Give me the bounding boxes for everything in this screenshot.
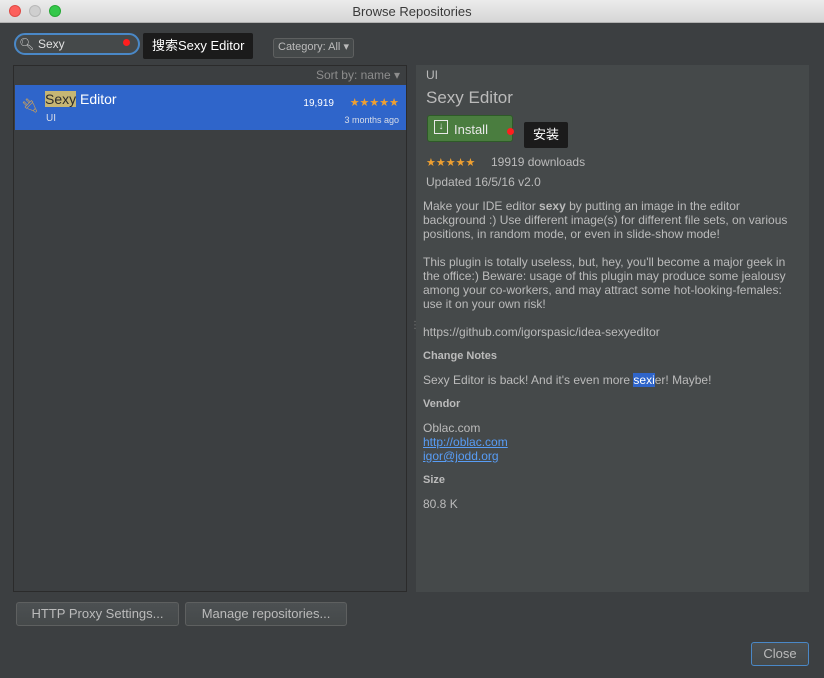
change-text: Sexy Editor is back! And it's even more <box>423 373 634 387</box>
details-updated: Updated 16/5/16 v2.0 <box>426 175 541 189</box>
http-proxy-settings-button[interactable]: HTTP Proxy Settings... <box>16 602 179 626</box>
details-description: Make your IDE editor sexy by putting an … <box>423 199 803 511</box>
plugin-list-item[interactable]: 🔌︎ Sexy Editor UI 19,919 ★★★★★ 3 months … <box>15 85 406 130</box>
vendor-name: Oblac.com <box>423 421 481 435</box>
plugin-name: Sexy Editor <box>45 91 117 107</box>
window-title: Browse Repositories <box>352 4 472 19</box>
change-notes-heading: Change Notes <box>423 350 497 362</box>
description-paragraph-1: Make your IDE editor sexy by putting an … <box>423 199 803 241</box>
details-category: UI <box>426 68 438 82</box>
category-dropdown[interactable]: Category: All ▾ <box>273 38 354 58</box>
plugin-name-highlight: Sexy <box>45 91 77 107</box>
change-selected: sexi <box>633 373 655 387</box>
category-label: Category: All <box>278 41 341 53</box>
vendor-heading: Vendor <box>423 398 461 410</box>
plugin-rating-stars: ★★★★★ <box>349 97 399 109</box>
sort-by-dropdown[interactable]: Sort by: name ▾ <box>316 68 400 82</box>
change-notes-text: Sexy Editor is back! And it's even more … <box>423 373 803 387</box>
install-button[interactable]: ↓ Install <box>427 115 513 142</box>
desc-text: Make your IDE editor <box>423 199 540 213</box>
details-downloads: 19919 downloads <box>491 155 586 169</box>
annotation-dot <box>507 128 514 135</box>
search-annotation-tooltip: 搜索Sexy Editor <box>143 33 254 59</box>
plugin-updated: 3 months ago <box>344 115 399 125</box>
search-icon[interactable]: 🔍︎ <box>19 37 34 51</box>
repository-url: https://github.com/igorspasic/idea-sexye… <box>423 325 660 339</box>
description-paragraph-2: This plugin is totally useless, but, hey… <box>423 255 786 311</box>
plugin-icon: 🔌︎ <box>21 97 39 113</box>
size-heading: Size <box>423 474 446 486</box>
install-annotation-tooltip: 安装 <box>524 122 569 148</box>
plugin-list-pane: Sort by: name ▾ 🔌︎ Sexy Editor UI 19,919… <box>13 65 407 592</box>
plugin-name-rest: Editor <box>76 91 117 107</box>
desc-bold: sexy <box>539 199 566 213</box>
search-input[interactable] <box>38 36 128 52</box>
vendor-url-link[interactable]: http://oblac.com <box>423 435 508 449</box>
plugin-category: UI <box>46 113 56 124</box>
plugin-details-pane: UI Sexy Editor ↓ Install ★★★★★ 19919 dow… <box>416 65 809 592</box>
download-icon: ↓ <box>434 120 448 134</box>
chevron-down-icon: ▾ <box>343 41 349 53</box>
title-bar: Browse Repositories <box>0 0 824 23</box>
plugin-downloads: 19,919 <box>303 98 334 109</box>
vendor-email-link[interactable]: igor@jodd.org <box>423 449 499 463</box>
annotation-dot <box>123 39 130 46</box>
change-text: er! Maybe! <box>654 373 712 387</box>
details-rating-stars: ★★★★★ <box>426 157 476 169</box>
size-value: 80.8 K <box>423 497 458 511</box>
manage-repositories-button[interactable]: Manage repositories... <box>185 602 347 626</box>
details-title: Sexy Editor <box>426 88 513 107</box>
search-field[interactable]: 🔍︎ <box>14 33 140 55</box>
install-label: Install <box>454 122 488 137</box>
close-button[interactable]: Close <box>751 642 809 666</box>
